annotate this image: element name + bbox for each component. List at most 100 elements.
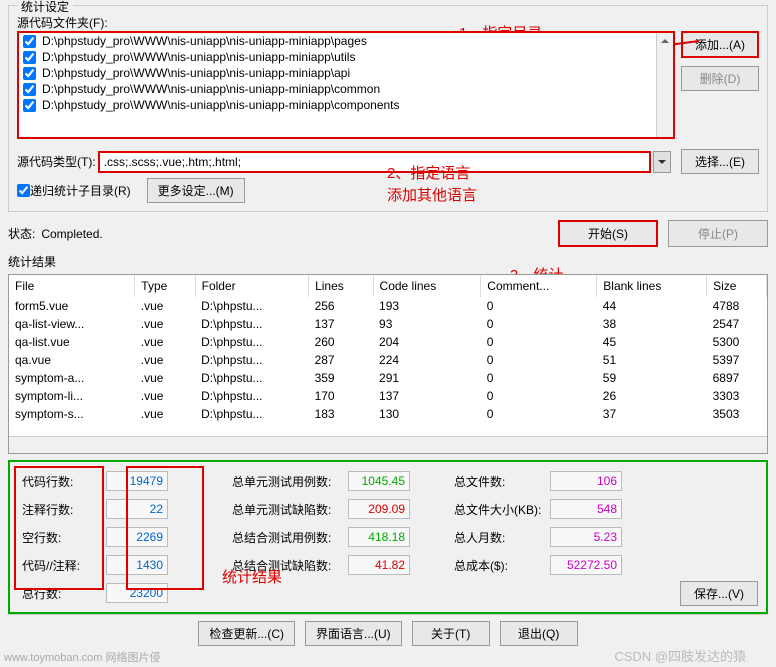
source-folder-list[interactable]: D:\phpstudy_pro\WWW\nis-uniapp\nis-uniap… xyxy=(17,31,675,139)
start-button[interactable]: 开始(S) xyxy=(558,220,658,247)
table-row[interactable]: form5.vue.vueD:\phpstu...2561930444788 xyxy=(9,297,767,315)
table-cell: D:\phpstu... xyxy=(195,315,308,333)
table-cell: 170 xyxy=(309,387,373,405)
source-type-input[interactable] xyxy=(98,151,651,173)
table-header[interactable]: Lines xyxy=(309,275,373,297)
stats-row: 总结合测试用例数:418.18 xyxy=(228,526,410,548)
table-header[interactable]: Type xyxy=(135,275,195,297)
stats-value: 1430 xyxy=(106,555,168,575)
table-cell: 51 xyxy=(597,351,707,369)
stats-value: 52272.50 xyxy=(550,555,622,575)
stats-row: 总单元测试缺陷数:209.09 xyxy=(228,498,410,520)
table-cell: .vue xyxy=(135,297,195,315)
file-item-path: D:\phpstudy_pro\WWW\nis-uniapp\nis-uniap… xyxy=(42,82,380,96)
table-row[interactable]: symptom-li....vueD:\phpstu...17013702633… xyxy=(9,387,767,405)
status-value: Completed. xyxy=(41,227,102,241)
table-header[interactable]: Size xyxy=(707,275,767,297)
file-item-checkbox[interactable] xyxy=(23,67,36,80)
table-cell: .vue xyxy=(135,351,195,369)
file-item-path: D:\phpstudy_pro\WWW\nis-uniapp\nis-uniap… xyxy=(42,50,355,64)
more-settings-button[interactable]: 更多设定...(M) xyxy=(147,178,245,203)
table-cell: 287 xyxy=(309,351,373,369)
table-header[interactable]: Comment... xyxy=(481,275,597,297)
file-item-checkbox[interactable] xyxy=(23,51,36,64)
table-cell: 0 xyxy=(481,387,597,405)
table-cell: D:\phpstu... xyxy=(195,333,308,351)
stats-row: 总文件数:106 xyxy=(450,470,622,492)
exit-button[interactable]: 退出(Q) xyxy=(500,621,578,646)
source-type-dropdown[interactable] xyxy=(653,151,671,173)
file-list-item[interactable]: D:\phpstudy_pro\WWW\nis-uniapp\nis-uniap… xyxy=(19,49,673,65)
table-cell: 260 xyxy=(309,333,373,351)
about-button[interactable]: 关于(T) xyxy=(412,621,490,646)
table-cell: 3503 xyxy=(707,405,767,423)
result-table[interactable]: FileTypeFolderLinesCode linesComment...B… xyxy=(8,274,768,454)
table-cell: D:\phpstu... xyxy=(195,405,308,423)
ui-language-button[interactable]: 界面语言...(U) xyxy=(305,621,402,646)
table-cell: .vue xyxy=(135,315,195,333)
recurse-checkbox-input[interactable] xyxy=(17,184,30,197)
stop-button[interactable]: 停止(P) xyxy=(668,220,768,247)
table-cell: 59 xyxy=(597,369,707,387)
table-row[interactable]: qa.vue.vueD:\phpstu...2872240515397 xyxy=(9,351,767,369)
file-item-checkbox[interactable] xyxy=(23,99,36,112)
select-button[interactable]: 选择...(E) xyxy=(681,149,759,174)
table-cell: 137 xyxy=(373,387,481,405)
table-cell: 256 xyxy=(309,297,373,315)
check-update-button[interactable]: 检查更新...(C) xyxy=(198,621,295,646)
table-header[interactable]: File xyxy=(9,275,135,297)
table-cell: .vue xyxy=(135,387,195,405)
table-header[interactable]: Code lines xyxy=(373,275,481,297)
stats-row: 注释行数:22 xyxy=(18,498,168,520)
stats-value: 106 xyxy=(550,471,622,491)
file-list-item[interactable]: D:\phpstudy_pro\WWW\nis-uniapp\nis-uniap… xyxy=(19,97,673,113)
table-cell: qa-list.vue xyxy=(9,333,135,351)
table-cell: symptom-s... xyxy=(9,405,135,423)
stats-label: 总文件数: xyxy=(450,473,550,490)
table-row[interactable]: symptom-a....vueD:\phpstu...359291059689… xyxy=(9,369,767,387)
stats-row: 空行数:2269 xyxy=(18,526,168,548)
stats-value: 2269 xyxy=(106,527,168,547)
file-list-item[interactable]: D:\phpstudy_pro\WWW\nis-uniapp\nis-uniap… xyxy=(19,33,673,49)
table-cell: 3303 xyxy=(707,387,767,405)
save-button[interactable]: 保存...(V) xyxy=(680,581,758,606)
table-cell: 0 xyxy=(481,351,597,369)
table-cell: 359 xyxy=(309,369,373,387)
file-item-checkbox[interactable] xyxy=(23,35,36,48)
table-cell: 44 xyxy=(597,297,707,315)
table-cell: 130 xyxy=(373,405,481,423)
table-cell: .vue xyxy=(135,405,195,423)
add-button[interactable]: 添加...(A) xyxy=(681,31,759,58)
table-row[interactable]: symptom-s....vueD:\phpstu...183130037350… xyxy=(9,405,767,423)
table-cell: 5300 xyxy=(707,333,767,351)
recurse-checkbox[interactable]: 递归统计子目录(R) xyxy=(17,182,131,199)
scrollbar-horizontal[interactable] xyxy=(9,436,767,453)
table-row[interactable]: qa-list-view....vueD:\phpstu...137930382… xyxy=(9,315,767,333)
table-row[interactable]: qa-list.vue.vueD:\phpstu...2602040455300 xyxy=(9,333,767,351)
table-header[interactable]: Folder xyxy=(195,275,308,297)
table-cell: form5.vue xyxy=(9,297,135,315)
stats-value: 19479 xyxy=(106,471,168,491)
table-cell: 2547 xyxy=(707,315,767,333)
stats-row: 代码行数:19479 xyxy=(18,470,168,492)
table-cell: 0 xyxy=(481,369,597,387)
stats-value: 418.18 xyxy=(348,527,410,547)
table-cell: 224 xyxy=(373,351,481,369)
file-item-path: D:\phpstudy_pro\WWW\nis-uniapp\nis-uniap… xyxy=(42,98,400,112)
table-cell: 93 xyxy=(373,315,481,333)
table-header[interactable]: Blank lines xyxy=(597,275,707,297)
table-cell: 183 xyxy=(309,405,373,423)
chevron-down-icon xyxy=(658,160,666,168)
file-item-checkbox[interactable] xyxy=(23,83,36,96)
file-list-item[interactable]: D:\phpstudy_pro\WWW\nis-uniapp\nis-uniap… xyxy=(19,81,673,97)
table-cell: 38 xyxy=(597,315,707,333)
stats-label: 注释行数: xyxy=(18,501,106,518)
table-cell: qa-list-view... xyxy=(9,315,135,333)
scrollbar-vertical[interactable] xyxy=(656,33,673,137)
file-list-item[interactable]: D:\phpstudy_pro\WWW\nis-uniapp\nis-uniap… xyxy=(19,65,673,81)
stats-label: 总结合测试用例数: xyxy=(228,529,348,546)
delete-button[interactable]: 删除(D) xyxy=(681,66,759,91)
stats-row: 总文件大小(KB):548 xyxy=(450,498,622,520)
stats-label: 总行数: xyxy=(18,585,106,602)
recurse-label: 递归统计子目录(R) xyxy=(30,182,131,199)
